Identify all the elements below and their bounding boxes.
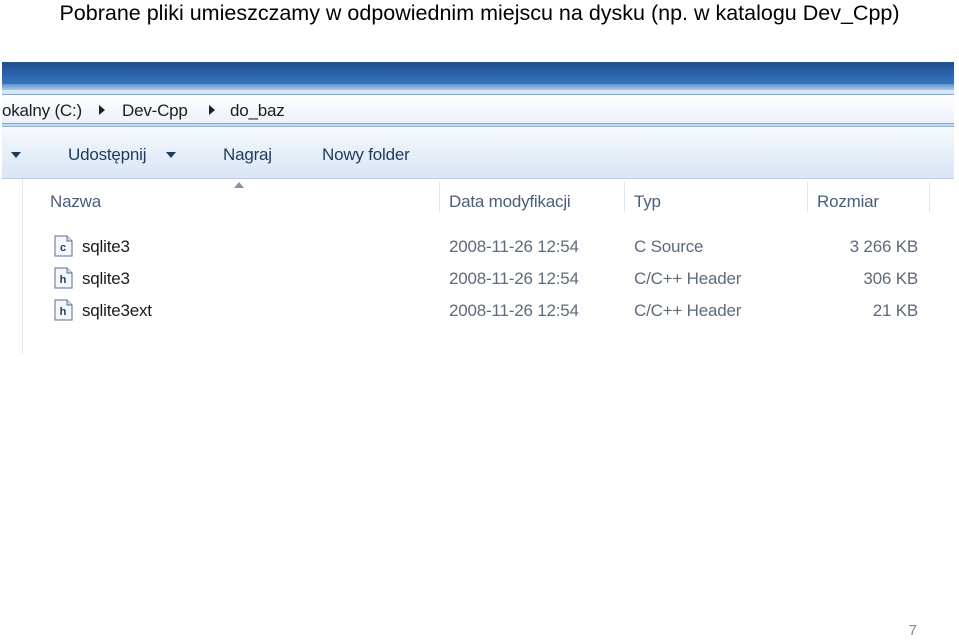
file-row[interactable]: h sqlite3ext 2008-11-26 12:54 C/C++ Head… [2,295,954,325]
column-header-name[interactable]: Nazwa [50,192,101,212]
share-button[interactable]: Udostępnij [68,145,147,165]
header-file-icon: h [54,267,73,289]
breadcrumb-item-do-baz[interactable]: do_baz [230,101,285,121]
svg-text:c: c [60,242,66,254]
breadcrumb[interactable]: okalny (C:) Dev-Cpp do_baz [2,94,954,124]
burn-button[interactable]: Nagraj [223,145,272,165]
file-date: 2008-11-26 12:54 [449,301,579,320]
breadcrumb-item-drive[interactable]: okalny (C:) [2,101,82,121]
file-type: C/C++ Header [634,301,742,320]
file-date: 2008-11-26 12:54 [449,269,579,288]
organize-dropdown-icon[interactable] [11,152,21,158]
column-divider[interactable] [439,182,440,212]
svg-text:h: h [60,274,67,286]
slide-title: Pobrane pliki umieszczamy w odpowiednim … [59,1,900,25]
file-type: C Source [634,237,704,256]
share-dropdown-icon[interactable] [166,152,176,158]
file-row[interactable]: h sqlite3 2008-11-26 12:54 C/C++ Header … [2,263,954,293]
explorer-window: okalny (C:) Dev-Cpp do_baz Udostępnij Na… [2,62,954,354]
column-divider[interactable] [929,182,930,212]
column-divider[interactable] [807,182,808,212]
breadcrumb-item-dev-cpp[interactable]: Dev-Cpp [122,101,188,121]
file-list: Nazwa Data modyfikacji Typ Rozmiar c sql… [2,179,954,354]
file-type: C/C++ Header [634,269,742,288]
file-name: sqlite3ext [82,301,152,320]
breadcrumb-separator-icon[interactable] [209,105,215,115]
file-name: sqlite3 [82,269,130,288]
column-header-date[interactable]: Data modyfikacji [449,192,571,212]
file-name: sqlite3 [82,237,130,256]
sort-ascending-icon [234,182,244,188]
address-bar: okalny (C:) Dev-Cpp do_baz [2,90,954,127]
c-source-file-icon: c [54,235,73,257]
column-header-size[interactable]: Rozmiar [817,192,879,212]
command-bar: Udostępnij Nagraj Nowy folder [2,127,954,179]
file-size: 3 266 KB [849,237,919,256]
file-row[interactable]: c sqlite3 2008-11-26 12:54 C Source 3 26… [2,231,954,261]
column-divider[interactable] [624,182,625,212]
page-number: 7 [908,622,917,639]
header-file-icon: h [54,299,73,321]
file-size: 306 KB [863,269,918,288]
svg-text:h: h [60,306,67,318]
file-date: 2008-11-26 12:54 [449,237,579,256]
new-folder-button[interactable]: Nowy folder [322,145,410,165]
file-size: 21 KB [872,301,919,320]
column-header-type[interactable]: Typ [634,192,661,212]
breadcrumb-separator-icon[interactable] [99,105,105,115]
